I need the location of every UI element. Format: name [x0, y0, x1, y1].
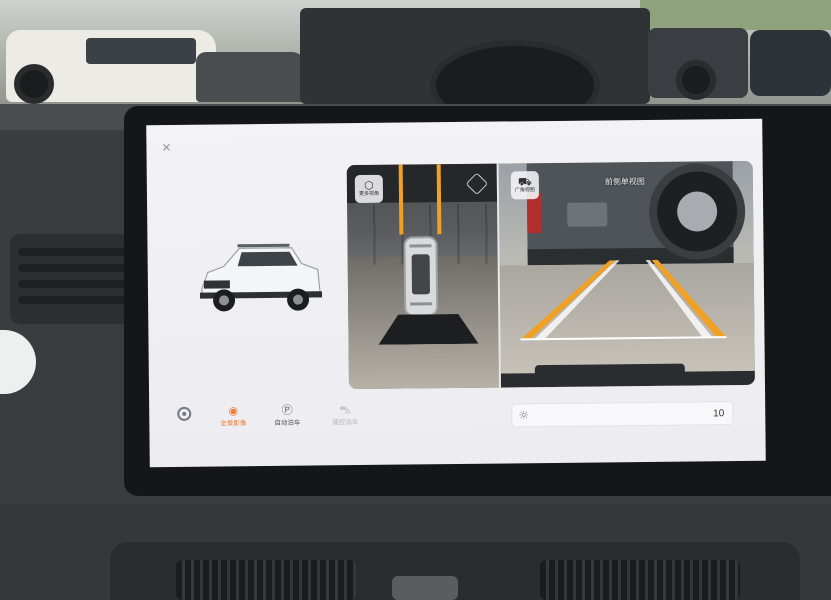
brightness-value: 10	[713, 408, 725, 420]
rear-camera-view[interactable]: ⛟ 广角视图 前侧单视图	[496, 160, 755, 388]
guide-line-right	[436, 164, 442, 235]
parked-car-grey	[196, 52, 306, 102]
parking-lot-background	[0, 0, 831, 130]
vent-control	[392, 576, 458, 600]
remote-car-icon: ⛍	[339, 403, 351, 417]
tab-panoramic-view[interactable]: ◉ 全景影像	[213, 404, 253, 438]
camera-views: ⬡ 更多视角 ⛟ 广角视图 前侧单视图	[346, 160, 755, 390]
bottom-toolbar: ◉ 全景影像 Ⓟ 自动泊车 ⛍ 遥控泊车	[149, 399, 358, 441]
camera-car-icon: ◉	[228, 404, 239, 418]
sun-icon: ☼	[518, 408, 530, 423]
camera-view-title: 前侧单视图	[604, 177, 645, 187]
close-icon[interactable]: ×	[160, 140, 172, 154]
car-wide-icon: ⛟	[517, 175, 532, 189]
brightness-slider[interactable]: ☼ 10	[511, 401, 734, 428]
suv-model-icon	[199, 243, 323, 312]
left-air-vent	[10, 234, 140, 324]
parking-icon: Ⓟ	[281, 403, 293, 417]
parking-camera-screen: × ⬡ 更多视角 ⛟ 广角视图 前侧单视图 ◉ 全景影像 Ⓟ 自动泊车 ⛍ 遥控…	[146, 118, 766, 468]
birds-eye-view[interactable]: ⬡ 更多视角	[346, 163, 499, 390]
multi-view-button[interactable]: ⬡ 更多视角	[354, 174, 384, 204]
tab-auto-parking[interactable]: Ⓟ 自动泊车	[267, 404, 307, 438]
vehicle-3d-model	[193, 241, 326, 322]
guide-line-left	[398, 164, 404, 235]
ego-vehicle-top	[403, 236, 439, 317]
trees	[640, 0, 831, 30]
tab-remote-parking[interactable]: ⛍ 遥控泊车	[325, 403, 365, 437]
cube-icon: ⬡	[363, 178, 374, 192]
wide-angle-button[interactable]: ⛟ 广角视图	[510, 171, 540, 200]
parked-car-far	[750, 30, 831, 96]
